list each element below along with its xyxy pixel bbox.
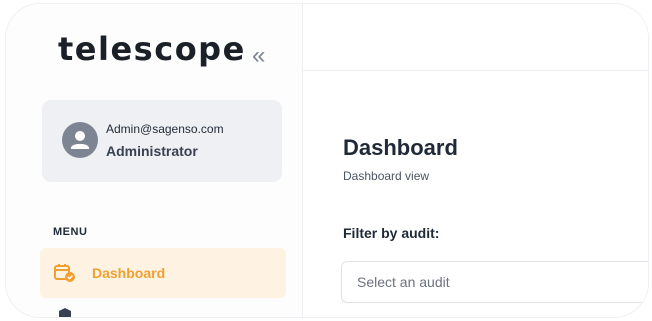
- user-role: Administrator: [106, 143, 198, 159]
- sidebar-item-dashboard[interactable]: Dashboard: [40, 248, 286, 298]
- shield-icon[interactable]: [58, 308, 72, 317]
- filter-label: Filter by audit:: [343, 225, 440, 241]
- app-logo: telescope: [58, 30, 246, 68]
- menu-heading: MENU: [53, 226, 88, 238]
- user-email: Admin@sagenso.com: [106, 122, 224, 136]
- page-subtitle: Dashboard view: [343, 169, 430, 183]
- page-title: Dashboard: [343, 135, 458, 160]
- main-content: Dashboard Dashboard view Filter by audit…: [303, 71, 648, 317]
- audit-select[interactable]: Select an audit: [341, 261, 648, 303]
- user-icon: [62, 122, 98, 158]
- top-bar: [303, 4, 648, 71]
- app-window: telescope « Admin@sagenso.com Administra…: [6, 4, 648, 317]
- sidebar: telescope « Admin@sagenso.com Administra…: [6, 4, 303, 317]
- user-card: Admin@sagenso.com Administrator: [42, 100, 282, 182]
- calendar-icon: [54, 264, 75, 282]
- sidebar-item-label: Dashboard: [92, 265, 166, 281]
- audit-select-placeholder: Select an audit: [357, 274, 450, 290]
- double-chevron-left-icon[interactable]: «: [252, 42, 265, 70]
